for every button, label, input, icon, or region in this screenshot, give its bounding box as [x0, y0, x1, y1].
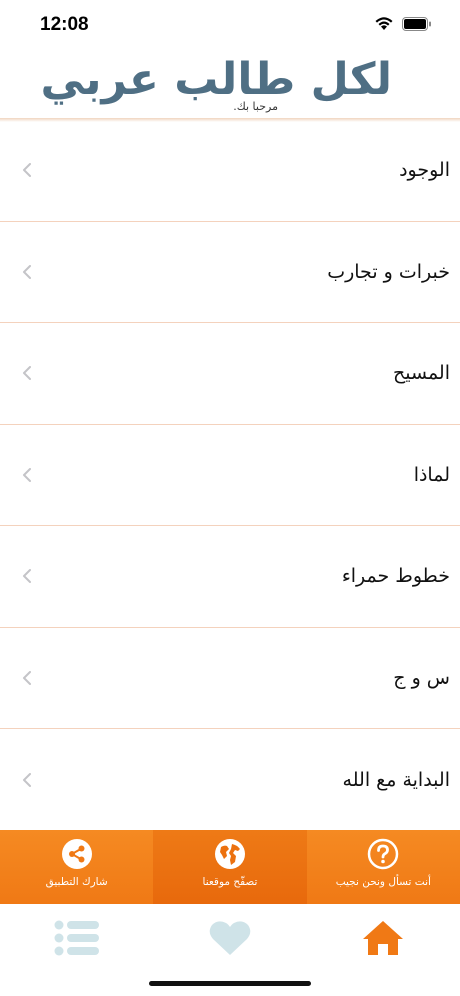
- list-item-faq[interactable]: س و ج: [0, 628, 460, 729]
- list-icon: [54, 920, 99, 956]
- home-indicator[interactable]: [149, 981, 311, 986]
- tab-bar: [0, 904, 460, 972]
- status-icons: [374, 16, 432, 31]
- chevron-left-icon: [23, 366, 31, 381]
- list-item-label: البداية مع الله: [342, 768, 450, 791]
- wifi-icon: [375, 17, 393, 30]
- list-item-label: خطوط حمراء: [341, 565, 450, 588]
- list-item-experiences[interactable]: خبرات و تجارب: [0, 222, 460, 323]
- chevron-left-icon: [23, 772, 31, 787]
- chevron-left-icon: [23, 467, 31, 482]
- ask-question-label: أنت تسأل ونحن نجيب: [335, 876, 431, 888]
- list-item-label: المسيح: [393, 362, 450, 385]
- heart-icon: [209, 921, 251, 955]
- status-time: 12:08: [40, 14, 89, 35]
- browse-website-button[interactable]: تصفّح موقعنا: [153, 830, 307, 904]
- tab-home[interactable]: [307, 904, 460, 972]
- globe-icon: [214, 839, 245, 869]
- list-item-label: الوجود: [399, 159, 450, 182]
- question-icon: [368, 838, 399, 870]
- list-item-beginning-with-god[interactable]: البداية مع الله: [0, 729, 460, 831]
- chevron-left-icon: [23, 670, 31, 685]
- share-app-label: شارك التطبيق: [45, 876, 108, 888]
- action-bar: شارك التطبيق تصفّح موقعنا أنت تسأل ونحن …: [0, 830, 460, 904]
- list-item-label: لماذا: [413, 463, 450, 486]
- tab-list[interactable]: [0, 904, 153, 972]
- ask-question-button[interactable]: أنت تسأل ونحن نجيب: [306, 830, 460, 904]
- app-header: لكل طالب عربي مرحبا بك.: [0, 52, 460, 120]
- share-icon: [61, 839, 92, 869]
- chevron-left-icon: [23, 569, 31, 584]
- app-subtitle: مرحبا بك.: [233, 100, 278, 113]
- status-bar: 12:08: [0, 0, 460, 52]
- list-item-existence[interactable]: الوجود: [0, 120, 460, 222]
- list-item-why[interactable]: لماذا: [0, 425, 460, 526]
- list-item-label: خبرات و تجارب: [327, 260, 450, 283]
- tab-favorites[interactable]: [153, 904, 306, 972]
- app-title: لكل طالب عربي: [40, 54, 393, 105]
- list-item-label: س و ج: [393, 666, 450, 689]
- chevron-left-icon: [23, 264, 31, 279]
- list-item-christ[interactable]: المسيح: [0, 323, 460, 425]
- browse-website-label: تصفّح موقعنا: [202, 876, 258, 888]
- share-app-button[interactable]: شارك التطبيق: [0, 830, 154, 904]
- topic-list: الوجود خبرات و تجارب المسيح لماذا خطوط ح…: [0, 120, 460, 830]
- battery-icon: [402, 16, 431, 31]
- home-icon: [363, 921, 404, 955]
- list-item-red-lines[interactable]: خطوط حمراء: [0, 526, 460, 628]
- chevron-left-icon: [23, 163, 31, 178]
